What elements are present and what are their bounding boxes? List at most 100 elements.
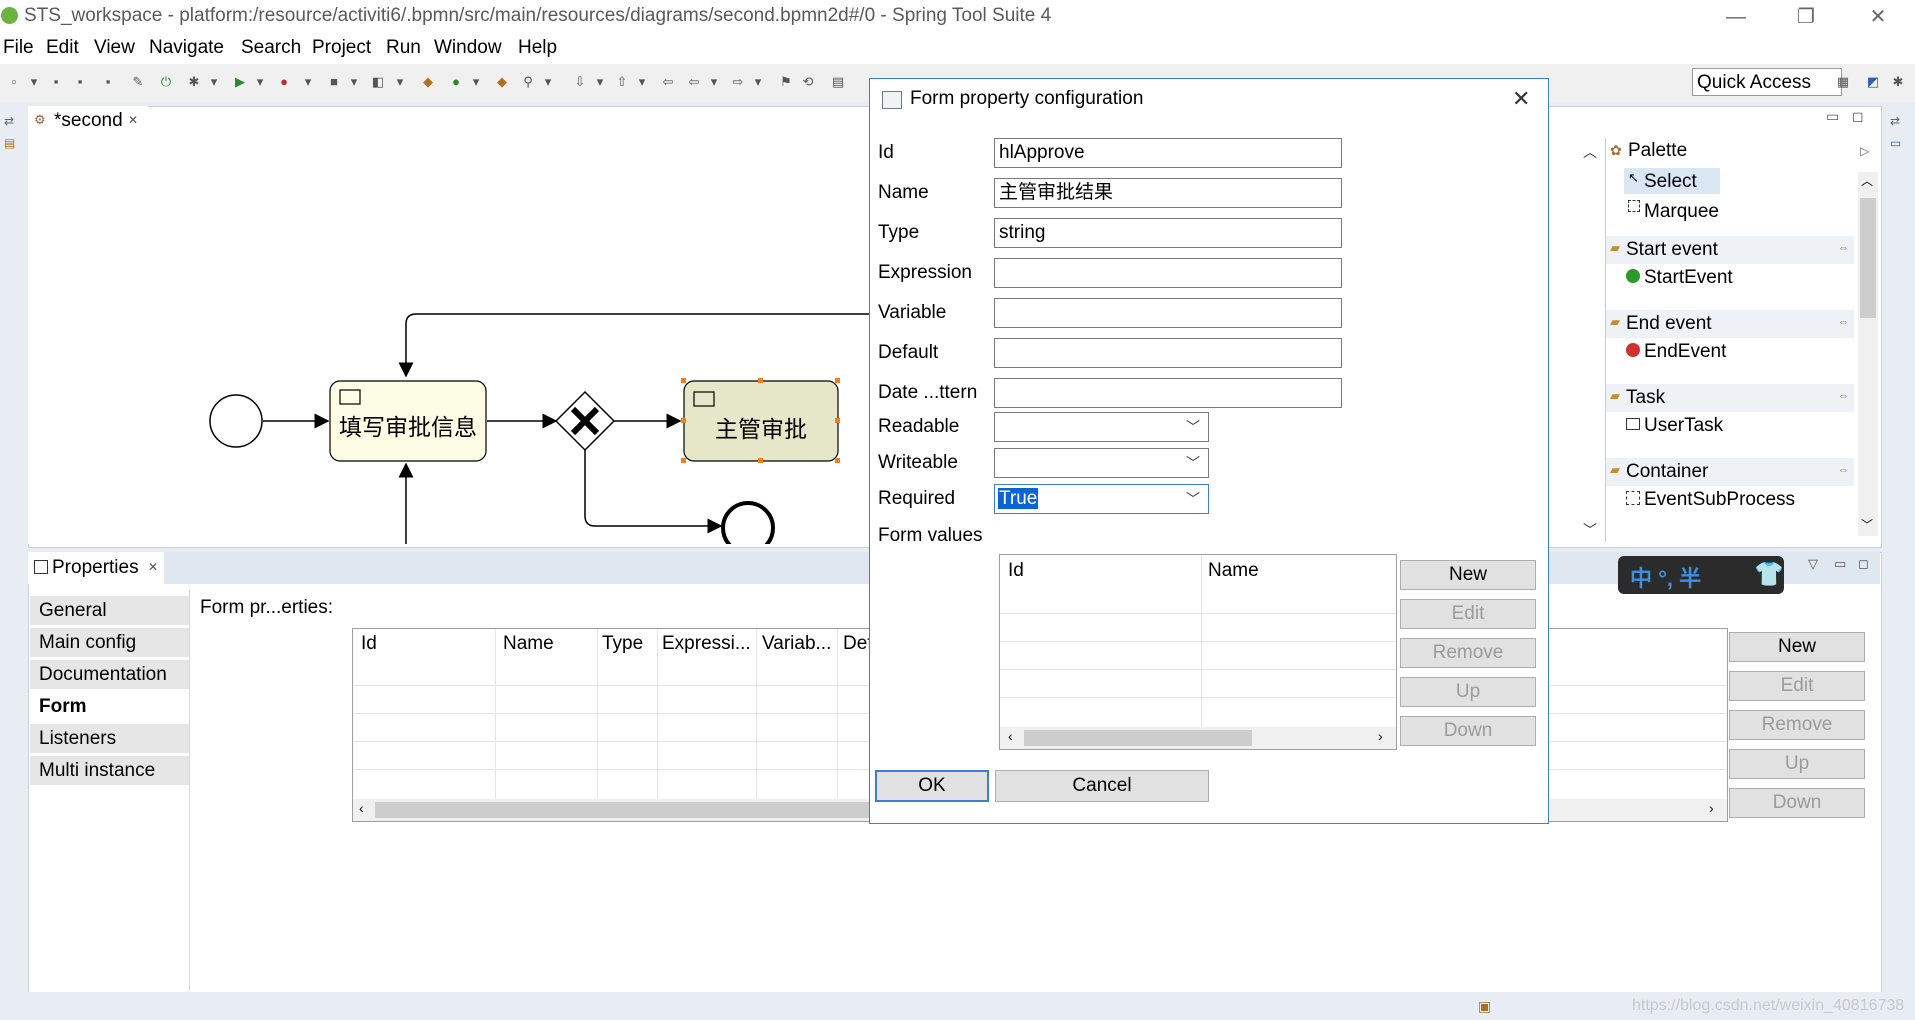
dropdown-icon[interactable]: ▾ bbox=[206, 74, 222, 90]
prop-tab-multi-instance[interactable]: Multi instance bbox=[30, 756, 190, 786]
sync-icon[interactable]: ⟲ bbox=[800, 74, 816, 90]
prop-tab-form[interactable]: Form bbox=[30, 692, 190, 722]
palette-item-eventsubprocess[interactable]: EventSubProcess bbox=[1624, 488, 1844, 512]
maximize-view-icon[interactable]: ◻ bbox=[1852, 108, 1864, 125]
outline-icon[interactable]: ▭ bbox=[1890, 136, 1906, 150]
next-annotation-icon[interactable]: ⇩ bbox=[572, 74, 588, 90]
open-perspective-icon[interactable]: ▦ bbox=[1835, 74, 1851, 90]
palette-item-startevent[interactable]: StartEvent bbox=[1624, 266, 1824, 290]
column-header-id[interactable]: Id bbox=[1008, 560, 1024, 582]
debug-icon[interactable]: ✱ bbox=[186, 74, 202, 90]
sequence-flow-loop[interactable] bbox=[398, 313, 870, 378]
scroll-up-icon[interactable]: ︿ bbox=[1583, 142, 1597, 162]
variable-field[interactable] bbox=[994, 298, 1342, 328]
menu-file[interactable]: File bbox=[3, 37, 34, 59]
palette-item-usertask[interactable]: UserTask bbox=[1624, 414, 1824, 438]
new-project-icon[interactable]: ◆ bbox=[420, 74, 436, 90]
new-icon[interactable]: ▫ bbox=[6, 74, 22, 90]
scroll-right-icon[interactable]: › bbox=[1378, 728, 1383, 744]
prop-new-button[interactable]: New bbox=[1729, 632, 1865, 662]
save-all-icon[interactable]: ▪ bbox=[72, 74, 88, 90]
menu-run[interactable]: Run bbox=[386, 37, 421, 59]
debug-perspective-icon[interactable]: ✱ bbox=[1890, 74, 1906, 90]
writeable-select[interactable]: ﹀ bbox=[994, 448, 1209, 478]
restore-button[interactable]: ❐ bbox=[1786, 4, 1826, 30]
dropdown-icon[interactable]: ▾ bbox=[392, 74, 408, 90]
scroll-thumb[interactable] bbox=[1024, 730, 1252, 746]
prop-down-button[interactable]: Down bbox=[1729, 788, 1865, 818]
column-header-name[interactable]: Name bbox=[503, 633, 554, 655]
palette-group-container[interactable]: ▰ Container ⇔ bbox=[1606, 458, 1854, 486]
menu-edit[interactable]: Edit bbox=[46, 37, 79, 59]
dropdown-icon[interactable]: ▾ bbox=[468, 74, 484, 90]
scroll-thumb[interactable] bbox=[1860, 198, 1876, 318]
form-values-table[interactable]: Id Name ‹ › bbox=[999, 554, 1397, 750]
palette-tool-select[interactable]: ↖ Select bbox=[1624, 168, 1720, 194]
new-class-icon[interactable]: ● bbox=[448, 74, 464, 90]
menu-navigate[interactable]: Navigate bbox=[149, 37, 224, 59]
form-values-new-button[interactable]: New bbox=[1400, 560, 1536, 590]
palette-tool-marquee[interactable]: Marquee bbox=[1624, 198, 1720, 224]
menu-view[interactable]: View bbox=[94, 37, 135, 59]
menu-search[interactable]: Search bbox=[241, 37, 301, 59]
menu-window[interactable]: Window bbox=[434, 37, 502, 59]
dropdown-icon[interactable]: ▾ bbox=[634, 74, 650, 90]
prop-up-button[interactable]: Up bbox=[1729, 749, 1865, 779]
status-icon[interactable]: ▣ bbox=[1478, 998, 1491, 1015]
cancel-button[interactable]: Cancel bbox=[995, 770, 1209, 802]
forward-icon[interactable]: ⇨ bbox=[730, 74, 746, 90]
date-pattern-field[interactable] bbox=[994, 378, 1342, 408]
prop-tab-general[interactable]: General bbox=[30, 596, 190, 626]
restore-icon[interactable]: ⇄ bbox=[4, 114, 20, 128]
skip-breakpoints-icon[interactable]: ✎ bbox=[130, 74, 146, 90]
open-type-icon[interactable]: ◆ bbox=[494, 74, 510, 90]
scroll-thumb[interactable] bbox=[375, 802, 875, 818]
form-values-down-button[interactable]: Down bbox=[1400, 716, 1536, 746]
search-icon[interactable]: ⚲ bbox=[520, 74, 536, 90]
close-button[interactable]: ✕ bbox=[1858, 4, 1898, 30]
pin-icon[interactable]: ⇔ bbox=[1838, 242, 1849, 254]
dropdown-icon[interactable]: ▾ bbox=[540, 74, 556, 90]
type-field[interactable]: string bbox=[994, 218, 1342, 248]
scroll-down-icon[interactable]: ﹀ bbox=[1861, 516, 1873, 533]
prop-tab-listeners[interactable]: Listeners bbox=[30, 724, 190, 754]
name-field[interactable]: 主管审批结果 bbox=[994, 178, 1342, 208]
run-icon[interactable]: ▶ bbox=[232, 74, 248, 90]
start-event[interactable] bbox=[209, 394, 263, 448]
palette-group-task[interactable]: ▰ Task ⇔ bbox=[1606, 384, 1854, 412]
column-header-id[interactable]: Id bbox=[361, 633, 377, 655]
editor-tab[interactable]: ⚙ *second ✕ bbox=[28, 106, 148, 136]
palette-group-start-event[interactable]: ▰ Start event ⇔ bbox=[1606, 236, 1854, 264]
scroll-left-icon[interactable]: ‹ bbox=[1008, 728, 1013, 744]
minimize-view-icon[interactable]: ▭ bbox=[1826, 108, 1839, 125]
view-menu-icon[interactable]: ▽ bbox=[1808, 556, 1818, 572]
prop-tab-main-config[interactable]: Main config bbox=[30, 628, 190, 658]
column-header-variable[interactable]: Variab... bbox=[762, 633, 831, 655]
column-header-name[interactable]: Name bbox=[1208, 560, 1259, 582]
id-field[interactable]: hlApprove bbox=[994, 138, 1342, 168]
prop-edit-button[interactable]: Edit bbox=[1729, 671, 1865, 701]
end-event[interactable] bbox=[721, 501, 775, 544]
restore-icon[interactable]: ⇄ bbox=[1890, 114, 1906, 128]
pin-icon[interactable]: ⚑ bbox=[778, 74, 794, 90]
close-tab-icon[interactable]: ✕ bbox=[128, 113, 138, 127]
properties-tab[interactable]: Properties ✕ bbox=[28, 552, 164, 584]
ok-button[interactable]: OK bbox=[875, 770, 989, 802]
stop-icon[interactable]: ■ bbox=[326, 74, 342, 90]
spring-boot-icon[interactable]: ⏻ bbox=[158, 74, 174, 90]
last-edit-icon[interactable]: ⇦ bbox=[660, 74, 676, 90]
back-icon[interactable]: ⇦ bbox=[686, 74, 702, 90]
form-values-up-button[interactable]: Up bbox=[1400, 677, 1536, 707]
run-external-icon[interactable]: ● bbox=[276, 74, 292, 90]
dropdown-icon[interactable]: ▾ bbox=[252, 74, 268, 90]
palette-collapse-icon[interactable]: ▷ bbox=[1860, 144, 1869, 158]
form-values-remove-button[interactable]: Remove bbox=[1400, 638, 1536, 668]
close-tab-icon[interactable]: ✕ bbox=[148, 560, 158, 574]
horizontal-scrollbar[interactable]: ‹ › bbox=[1000, 727, 1396, 749]
minimize-button[interactable]: — bbox=[1716, 4, 1756, 30]
pin-icon[interactable]: ⇔ bbox=[1838, 390, 1849, 402]
scroll-up-icon[interactable]: ︿ bbox=[1861, 172, 1873, 189]
column-header-type[interactable]: Type bbox=[602, 633, 643, 655]
pin-icon[interactable]: ⇔ bbox=[1838, 464, 1849, 476]
scroll-left-icon[interactable]: ‹ bbox=[359, 800, 364, 816]
